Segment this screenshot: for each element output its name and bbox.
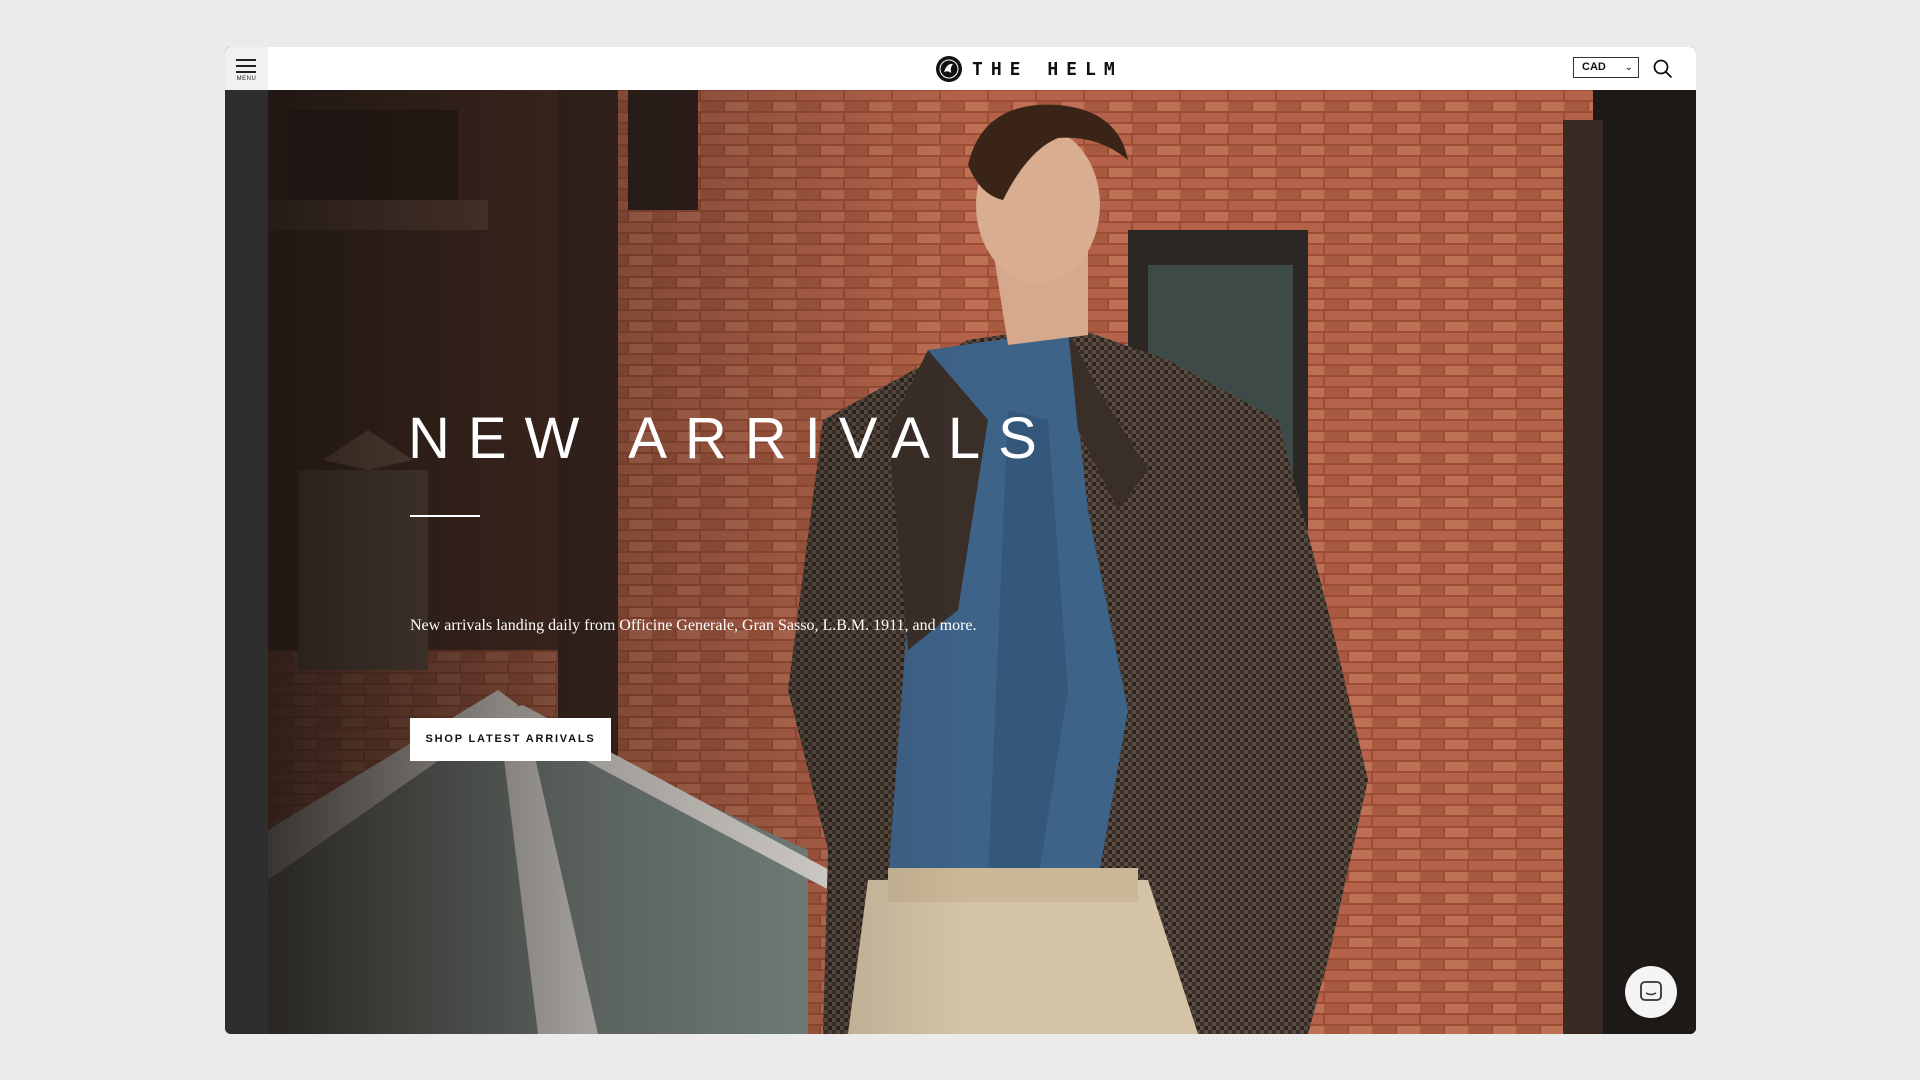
chat-button[interactable] [1625, 966, 1677, 1018]
currency-value: CAD [1582, 61, 1606, 73]
cart-button[interactable] [1693, 58, 1696, 80]
hero-banner: NEW ARRIVALS New arrivals landing daily … [268, 90, 1696, 1034]
menu-label: MENU [236, 76, 257, 82]
hero-divider [410, 515, 480, 517]
site-header: THE HELM CAD ⌄ [268, 47, 1696, 90]
menu-button[interactable]: MENU [225, 47, 268, 90]
shopping-bag-icon [1693, 58, 1696, 80]
chevron-down-icon: ⌄ [1624, 62, 1633, 73]
hero-title: NEW ARRIVALS [408, 406, 1055, 471]
hero-photo [268, 90, 1696, 1034]
logo-text: THE HELM [972, 58, 1123, 80]
search-icon [1653, 59, 1673, 79]
menu-icon [236, 59, 256, 73]
search-button[interactable] [1652, 58, 1674, 80]
sidebar [225, 47, 268, 1034]
helm-logo-icon [936, 56, 962, 82]
browser-viewport: MENU THE HELM CAD ⌄ NEW ARRIVALS New arr… [225, 47, 1696, 1034]
shop-latest-arrivals-button[interactable]: SHOP LATEST ARRIVALS [410, 718, 611, 761]
site-logo[interactable]: THE HELM [936, 55, 1123, 83]
hero-description: New arrivals landing daily from Officine… [410, 617, 977, 634]
chat-bubble-icon [1640, 981, 1662, 1001]
currency-select[interactable]: CAD ⌄ [1573, 57, 1639, 78]
